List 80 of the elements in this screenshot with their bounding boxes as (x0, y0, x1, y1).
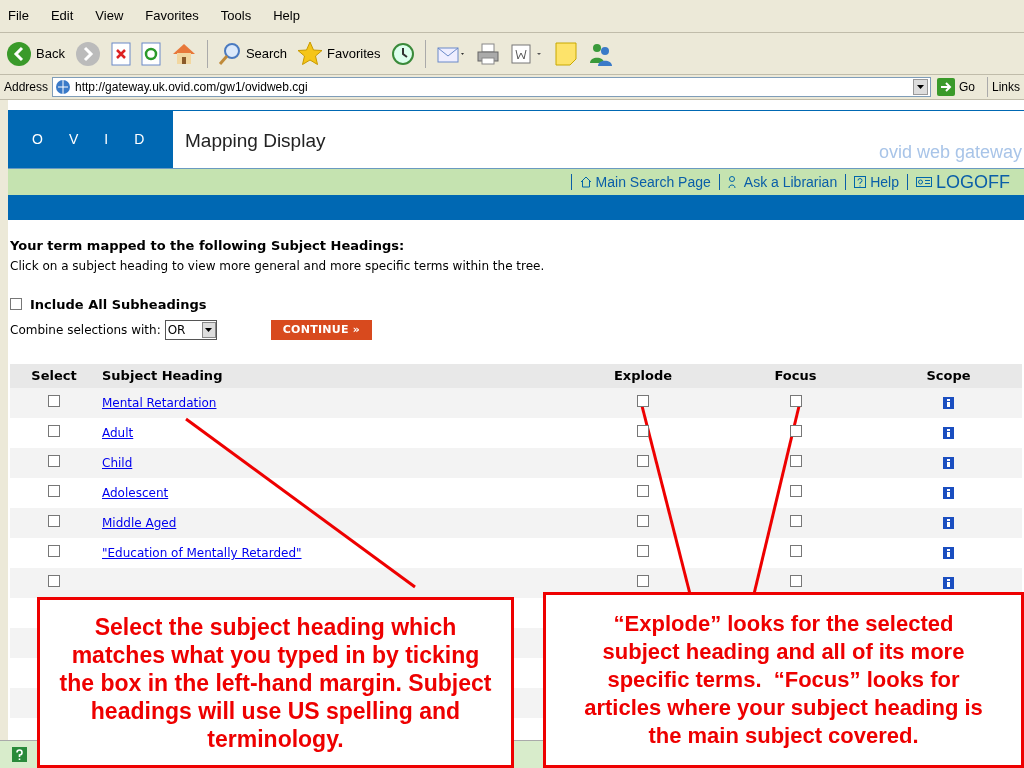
go-button[interactable]: Go (934, 78, 983, 96)
star-icon (297, 40, 324, 67)
info-icon[interactable] (943, 397, 954, 409)
help-icon (12, 747, 27, 762)
menu-item[interactable]: Favorites (145, 6, 199, 26)
page-icon (55, 79, 72, 95)
checkbox[interactable] (48, 425, 60, 437)
subject-heading-link[interactable]: Adult (102, 426, 134, 440)
checkbox[interactable] (637, 425, 649, 437)
column-header: Explode (613, 367, 673, 386)
subject-heading-link[interactable]: Adolescent (102, 486, 169, 500)
stop-icon[interactable] (110, 41, 131, 66)
checkbox[interactable] (48, 515, 60, 527)
printer-icon[interactable] (475, 41, 500, 66)
help-icon (854, 176, 867, 188)
checkbox[interactable] (637, 485, 649, 497)
checkbox[interactable] (48, 545, 60, 557)
column-header: Subject Heading (101, 367, 223, 386)
combine-label: Combine selections with: (10, 322, 161, 339)
nav-link[interactable]: Ask a Librarian (727, 171, 838, 193)
checkbox[interactable] (789, 395, 802, 407)
menu-item[interactable]: File (8, 6, 29, 26)
history-icon[interactable] (390, 41, 415, 66)
links-label[interactable]: Links (992, 78, 1020, 96)
checkbox[interactable] (789, 515, 802, 527)
intro-text: Click on a subject heading to view more general and more specific terms within the tree. (10, 257, 546, 275)
refresh-icon[interactable] (140, 41, 161, 66)
page-title: Mapping Display (185, 129, 326, 153)
ovid-logo: O V I D (8, 110, 173, 168)
info-icon[interactable] (943, 457, 954, 469)
menu-item[interactable]: Help (273, 6, 300, 26)
checkbox[interactable] (637, 455, 649, 467)
checkbox[interactable] (637, 545, 649, 557)
search-icon (217, 41, 242, 66)
checkbox[interactable] (48, 455, 60, 467)
info-icon[interactable] (943, 577, 954, 589)
column-header: Scope (926, 367, 971, 386)
callout-text: Select the subject heading which matches what you typed in by ticking the box in the left-hand margin. Subject headings will use US spelling and terminology. (58, 612, 493, 753)
gateway-tagline: ovid web gateway (878, 141, 1022, 164)
callout-text: “Explode” looks for the selected subject heading and all of its more specific terms. “Focus” looks for articles where your subject heading is the main subject covered. (583, 610, 984, 750)
checkbox[interactable] (48, 575, 60, 587)
subject-heading-link[interactable]: Child (102, 456, 133, 470)
info-icon[interactable] (943, 547, 954, 559)
include-subheadings-label: Include All Subheadings (30, 295, 207, 314)
checkbox[interactable] (637, 395, 649, 407)
id-card-icon (916, 176, 932, 188)
info-icon[interactable] (943, 517, 954, 529)
combine-select[interactable]: OR (164, 320, 217, 340)
checkbox[interactable] (48, 395, 60, 407)
intro-heading: Your term mapped to the following Subject Headings: (10, 237, 406, 255)
subject-heading-link[interactable]: Mental Retardation (102, 396, 217, 410)
document-icon[interactable] (509, 41, 544, 66)
checkbox[interactable] (48, 485, 60, 497)
nav-link[interactable]: Help (854, 171, 899, 193)
checkbox[interactable] (789, 545, 802, 557)
favorites-button[interactable]: Favorites (297, 40, 381, 67)
checkbox[interactable] (10, 298, 22, 311)
column-header: Focus (774, 367, 817, 386)
checkbox[interactable] (789, 485, 802, 497)
search-button[interactable]: Search (217, 41, 288, 66)
back-button[interactable]: Back (6, 40, 65, 67)
subject-heading-link[interactable]: "Education of Mentally Retarded" (102, 546, 302, 560)
checkbox[interactable] (789, 455, 802, 467)
checkbox[interactable] (637, 515, 649, 527)
checkbox[interactable] (789, 575, 802, 587)
column-header: Select (31, 367, 77, 386)
nav-link[interactable]: LOGOFF (916, 168, 1010, 196)
subject-heading-link[interactable]: Middle Aged (102, 516, 177, 530)
continue-button[interactable]: CONTINUE » (270, 320, 373, 340)
info-icon[interactable] (943, 487, 954, 499)
checkbox[interactable] (789, 425, 802, 437)
menu-item[interactable]: View (95, 6, 124, 26)
checkbox[interactable] (637, 575, 649, 587)
nav-link[interactable]: Main Search Page (579, 171, 711, 193)
house-icon (579, 176, 592, 188)
menu-item[interactable]: Tools (220, 6, 252, 26)
menu-item[interactable]: Edit (50, 6, 74, 26)
address-label: Address (4, 79, 49, 96)
address-field[interactable]: http://gateway.uk.ovid.com/gw1/ovidweb.cgi (52, 77, 931, 97)
info-icon[interactable] (943, 427, 954, 439)
